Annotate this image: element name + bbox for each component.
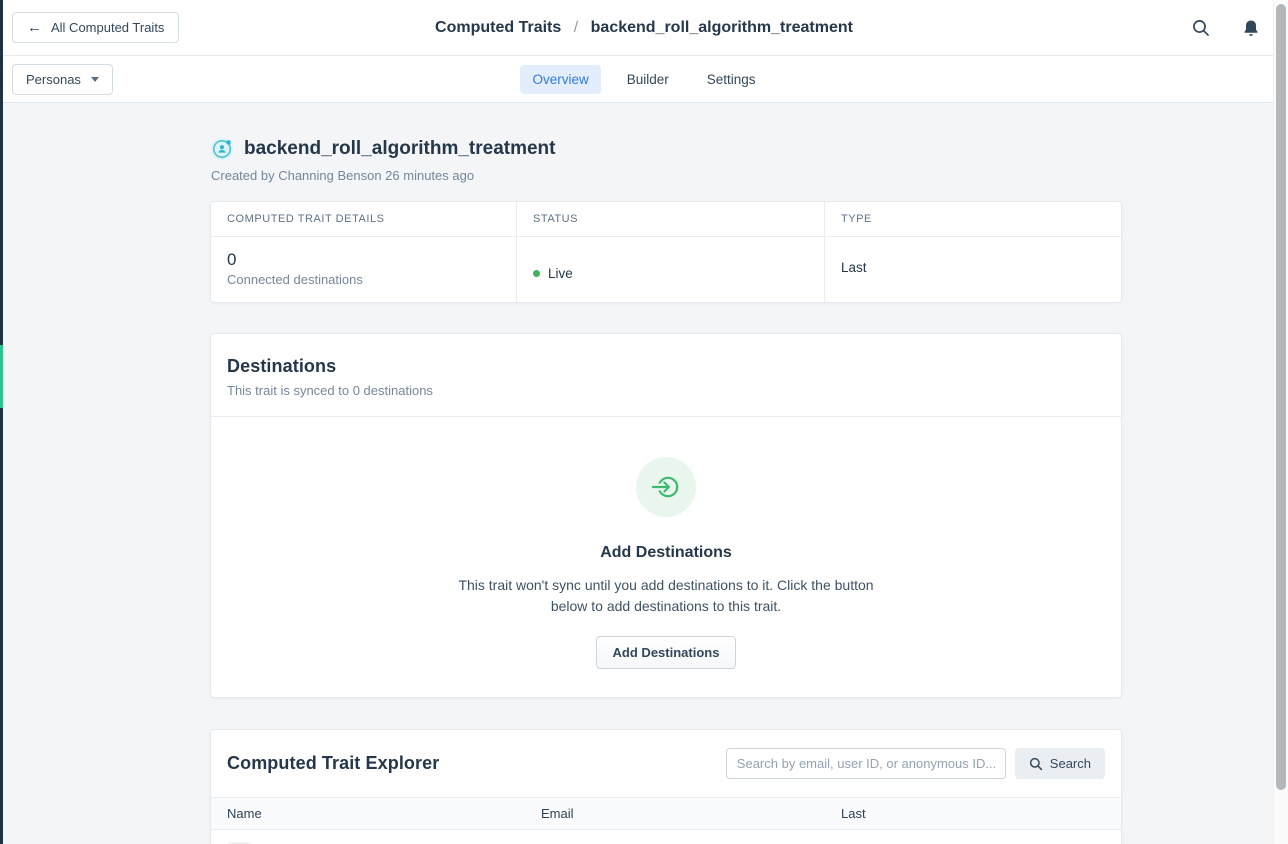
collapsed-sidebar[interactable] — [0, 0, 3, 844]
details-header-type: Type — [825, 202, 1121, 237]
top-header: ← All Computed Traits Computed Traits / … — [0, 0, 1288, 56]
column-header-name[interactable]: Name — [211, 798, 525, 830]
destinations-card: Destinations This trait is synced to 0 d… — [210, 333, 1122, 698]
explorer-search-button[interactable]: Search — [1015, 748, 1105, 779]
computed-trait-explorer-card: Computed Trait Explorer Search Name Emai… — [210, 729, 1122, 844]
explorer-title: Computed Trait Explorer — [227, 753, 439, 774]
destinations-subtitle: This trait is synced to 0 destinations — [227, 383, 1105, 398]
trait-title-row: backend_roll_algorithm_treatment — [210, 137, 1122, 161]
trait-details-table: Computed trait details Status Type 0 Con… — [210, 201, 1122, 303]
vertical-scrollbar[interactable] — [1273, 0, 1288, 844]
add-destination-icon — [636, 457, 696, 517]
connected-destinations-cell: 0 Connected destinations — [211, 237, 517, 302]
breadcrumb: Computed Traits / backend_roll_algorithm… — [0, 19, 1288, 37]
add-destinations-button[interactable]: Add Destinations — [596, 636, 737, 669]
search-button-label: Search — [1050, 756, 1091, 771]
destinations-empty-state: Add Destinations This trait won't sync u… — [211, 417, 1121, 697]
explorer-header: Computed Trait Explorer Search — [211, 730, 1121, 797]
sidebar-green-indicator — [0, 345, 3, 408]
type-cell: Last — [825, 237, 1121, 302]
notifications-bell-icon[interactable] — [1242, 19, 1260, 37]
user-email-cell: arthur.chapman@gmail.com — [525, 830, 825, 844]
connected-destinations-count: 0 — [227, 250, 500, 270]
main-content: backend_roll_algorithm_treatment Created… — [210, 137, 1122, 844]
empty-state-title: Add Destinations — [211, 544, 1121, 562]
empty-state-description: This trait won't sync until you add dest… — [440, 575, 892, 617]
destinations-title: Destinations — [227, 356, 1105, 377]
computed-trait-icon — [210, 137, 234, 161]
search-icon — [1029, 757, 1043, 771]
back-button-label: All Computed Traits — [51, 20, 164, 35]
created-by-text: Created by Channing Benson 26 minutes ag… — [211, 168, 1122, 183]
breadcrumb-separator: / — [574, 19, 578, 36]
user-last-value-cell: Computing... — [825, 830, 1121, 844]
search-icon[interactable] — [1192, 19, 1210, 37]
details-header-trait-details: Computed trait details — [211, 202, 517, 237]
explorer-search-area: Search — [726, 748, 1105, 779]
breadcrumb-parent[interactable]: Computed Traits — [435, 19, 561, 36]
column-header-email[interactable]: Email — [525, 798, 825, 830]
header-icons — [1192, 19, 1260, 37]
tab-overview[interactable]: Overview — [520, 65, 600, 94]
explorer-search-input[interactable] — [726, 748, 1006, 779]
user-name-cell: AC Arthur Chapman — [211, 830, 525, 844]
tab-builder[interactable]: Builder — [615, 65, 681, 94]
table-row[interactable]: AC Arthur Chapman arthur.chapman@gmail.c… — [211, 830, 1121, 844]
column-header-last[interactable]: Last — [825, 798, 1121, 830]
status-cell: Live — [517, 237, 825, 302]
explorer-table: Name Email Last AC Arthur Chapman arthur… — [211, 797, 1121, 844]
page-title: backend_roll_algorithm_treatment — [244, 138, 555, 160]
back-arrow-icon: ← — [27, 20, 42, 35]
status-badge: Live — [548, 266, 573, 281]
tab-settings[interactable]: Settings — [695, 65, 768, 94]
destinations-card-header: Destinations This trait is synced to 0 d… — [211, 334, 1121, 417]
scrollbar-thumb[interactable] — [1276, 4, 1286, 790]
breadcrumb-current: backend_roll_algorithm_treatment — [591, 19, 853, 36]
back-to-all-computed-traits-button[interactable]: ← All Computed Traits — [12, 12, 179, 43]
explorer-table-header-row: Name Email Last — [211, 798, 1121, 830]
type-value: Last — [841, 250, 1105, 275]
details-header-status: Status — [517, 202, 825, 237]
connected-destinations-label: Connected destinations — [227, 272, 500, 287]
status-live-dot — [533, 270, 540, 277]
nav-bar: Personas Overview Builder Settings — [0, 56, 1288, 103]
tabs: Overview Builder Settings — [0, 65, 1288, 94]
